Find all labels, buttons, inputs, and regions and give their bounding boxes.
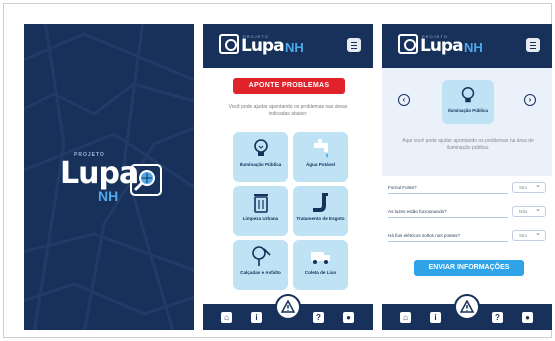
pipe-icon — [312, 193, 328, 212]
category-card-sidewalks[interactable]: Calçadas e Asfalto — [233, 240, 288, 290]
logo-nh-text: NH — [98, 188, 119, 204]
home-screen: PROJETO Lupa NH APONTE PROBLEMAS Você po… — [203, 24, 373, 330]
question-row: As luzes estão funcionando? Não — [388, 205, 548, 220]
logo-lupa-text: Lupa — [60, 156, 139, 191]
magnifier-globe-icon — [130, 164, 162, 196]
warning-icon[interactable] — [454, 294, 480, 320]
logo-lupa-text: Lupa — [241, 36, 285, 56]
bottom-nav: ⌂ i ? ● — [203, 294, 373, 330]
category-card-cleaning[interactable]: Limpeza Urbana — [233, 186, 288, 236]
bottom-nav: ⌂ i ? ● — [382, 294, 552, 330]
home-icon[interactable]: ⌂ — [221, 312, 232, 323]
question-text: Fornul Fonte? — [388, 185, 417, 190]
menu-icon[interactable] — [347, 38, 361, 52]
lightbulb-icon — [253, 139, 268, 156]
category-label: Tratamento de Esgoto — [296, 216, 345, 221]
category-label: Limpeza Urbana — [242, 216, 279, 221]
splash-screen: PROJETO Lupa NH — [24, 24, 194, 330]
detail-screen: PROJETO Lupa NH ‹ Iluminação Pública › A… — [382, 24, 552, 330]
question-row: Há fios elétricos soltos nos postes? Sim — [388, 229, 548, 244]
app-header: PROJETO Lupa NH — [382, 24, 552, 68]
logo-nh-text: NH — [464, 40, 483, 55]
divider — [388, 217, 508, 218]
intro-text: Você pode ajudar apontando os problemas … — [228, 104, 348, 117]
chevron-right-icon[interactable]: › — [524, 94, 536, 106]
submit-info-button[interactable]: ENVIAR INFORMAÇÕES — [414, 260, 524, 276]
logo-nh-text: NH — [285, 40, 304, 55]
faucet-icon — [313, 139, 328, 158]
info-icon[interactable]: i — [430, 312, 441, 323]
user-icon[interactable]: ● — [522, 312, 533, 323]
category-card-lighting[interactable]: Iluminação Pública — [233, 132, 288, 182]
question-text: Há fios elétricos soltos nos postes? — [388, 233, 461, 238]
question-text: As luzes estão funcionando? — [388, 209, 447, 214]
magnifier-icon — [398, 34, 418, 54]
header-logo[interactable]: PROJETO Lupa NH — [219, 34, 309, 60]
answer-select[interactable]: Sim — [512, 181, 546, 193]
category-label: Coleta de Lixo — [304, 270, 337, 275]
category-label: Iluminação Pública — [448, 108, 488, 113]
trash-can-icon — [253, 194, 268, 213]
category-label: Água Potável — [305, 162, 336, 167]
category-label: Calçadas e Asfalto — [240, 270, 281, 275]
road-sign-icon — [251, 246, 271, 266]
category-carousel: ‹ Iluminação Pública › Aqui você pode aj… — [382, 68, 552, 176]
category-label: Iluminação Pública — [239, 162, 282, 167]
splash-logo: PROJETO Lupa NH — [60, 152, 170, 212]
category-card-sewage[interactable]: Tratamento de Esgoto — [293, 186, 348, 236]
selected-category-card[interactable]: Iluminação Pública — [442, 80, 494, 124]
menu-icon[interactable] — [526, 38, 540, 52]
help-icon[interactable]: ? — [492, 312, 503, 323]
category-description: Aqui você pode ajudar apontando os probl… — [402, 138, 534, 151]
user-icon[interactable]: ● — [343, 312, 354, 323]
help-icon[interactable]: ? — [313, 312, 324, 323]
category-card-water[interactable]: Água Potável — [293, 132, 348, 182]
report-problems-button[interactable]: APONTE PROBLEMAS — [233, 78, 345, 94]
divider — [388, 241, 508, 242]
info-icon[interactable]: i — [251, 312, 262, 323]
answer-select[interactable]: Sim — [512, 229, 546, 241]
divider — [388, 193, 508, 194]
app-header: PROJETO Lupa NH — [203, 24, 373, 68]
home-icon[interactable]: ⌂ — [400, 312, 411, 323]
warning-icon[interactable] — [275, 294, 301, 320]
garbage-truck-icon — [310, 252, 330, 264]
logo-lupa-text: Lupa — [420, 36, 464, 56]
lightbulb-icon — [461, 87, 475, 103]
category-card-waste[interactable]: Coleta de Lixo — [293, 240, 348, 290]
magnifier-icon — [219, 34, 239, 54]
chevron-left-icon[interactable]: ‹ — [398, 94, 410, 106]
question-row: Fornul Fonte? Sim — [388, 181, 548, 196]
header-logo[interactable]: PROJETO Lupa NH — [398, 34, 488, 60]
answer-select[interactable]: Não — [512, 205, 546, 217]
